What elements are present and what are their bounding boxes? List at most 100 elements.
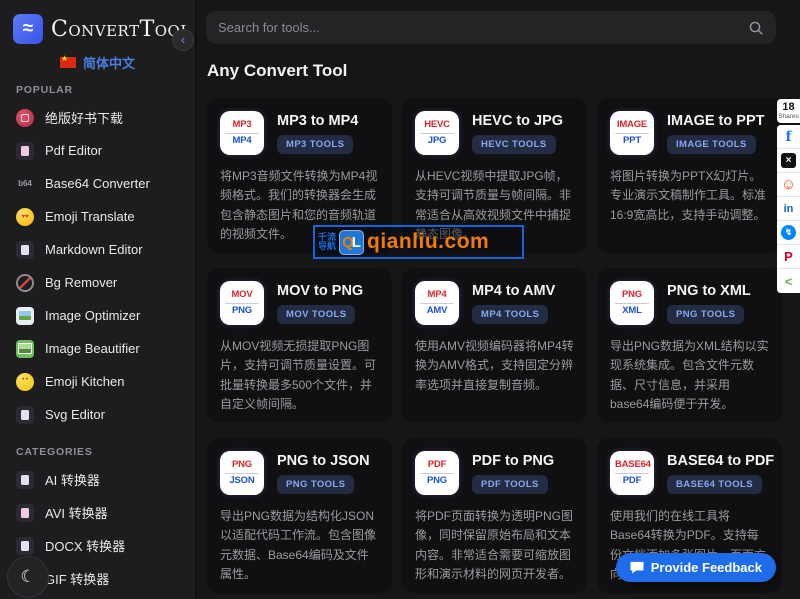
sidebar-item-icon <box>16 274 34 292</box>
share-count: 18 Shares <box>777 99 800 123</box>
share-rail: 18 Shares f × ☺ in ↯ P <box>777 99 800 293</box>
sidebar-item-icon <box>16 109 34 127</box>
sidebar-item[interactable]: Emoji Kitchen <box>0 365 195 398</box>
tool-title: HEVC to JPG <box>472 113 563 129</box>
tool-description: 将图片转换为PPTX幻灯片。专业演示文稿制作工具。标准16:9宽高比，支持手动调… <box>610 167 769 225</box>
watermark-overlay: 千流 导航 Q L qianliu.com <box>313 225 524 259</box>
dark-mode-toggle[interactable]: ☾ <box>7 556 49 598</box>
main-content: Any Convert Tool MP3 MP4 MP3 to MP4 MP3 … <box>197 0 800 599</box>
format-icon: MP3 MP4 <box>220 111 264 155</box>
format-to-label: XML <box>615 304 649 318</box>
share-network-icon: in <box>784 203 794 215</box>
sidebar-item-label: Image Optimizer <box>45 308 140 323</box>
sidebar-item-icon <box>16 142 34 160</box>
tool-category-badge[interactable]: IMAGE TOOLS <box>667 135 756 154</box>
watermark-site-bottom: 导航 <box>318 242 336 251</box>
format-icon: IMAGE PPT <box>610 111 654 155</box>
format-from-label: BASE64 <box>615 458 649 473</box>
search-icon[interactable] <box>748 20 764 36</box>
sidebar: ≈ ConvertTool 简体中文 POPULAR 绝版好书下载 Pdf Ed… <box>0 0 196 599</box>
sidebar-item[interactable]: AI 转换器 <box>0 463 195 496</box>
language-switcher[interactable]: 简体中文 <box>0 52 195 72</box>
sidebar-item[interactable]: AVI 转换器 <box>0 496 195 529</box>
brand-name: ConvertTool <box>51 17 191 42</box>
sidebar-item-icon <box>16 537 34 555</box>
tool-description: 将PDF页面转换为透明PNG图像，同时保留原始布局和文本内容。非常适合需要可缩放… <box>415 507 574 585</box>
sidebar-item-label: Bg Remover <box>45 275 117 290</box>
tool-card[interactable]: PNG XML PNG to XML PNG TOOLS 导出PNG数据为XML… <box>597 268 782 423</box>
format-from-label: MOV <box>225 288 259 303</box>
sidebar-item-label: Pdf Editor <box>45 143 102 158</box>
sidebar-item-label: AI 转换器 <box>45 470 100 489</box>
search-bar[interactable] <box>206 11 776 44</box>
sidebar-item-icon <box>16 175 34 193</box>
sidebar-item-label: Markdown Editor <box>45 242 143 257</box>
share-button[interactable]: × <box>777 149 800 173</box>
tool-description: 从MOV视频无损提取PNG图片，支持可调节质量设置。可批量转换最多500个文件，… <box>220 337 379 415</box>
tool-title: BASE64 to PDF <box>667 453 774 469</box>
format-icon: PDF PNG <box>415 451 459 495</box>
tool-title: MOV to PNG <box>277 283 363 299</box>
tool-title: PDF to PNG <box>472 453 554 469</box>
tool-title: MP3 to MP4 <box>277 113 358 129</box>
sidebar-item[interactable]: Image Beautifier <box>0 332 195 365</box>
sidebar-item[interactable]: Image Optimizer <box>0 299 195 332</box>
format-icon: PNG JSON <box>220 451 264 495</box>
sidebar-item[interactable]: Svg Editor <box>0 398 195 431</box>
sidebar-item[interactable]: Markdown Editor <box>0 233 195 266</box>
tool-description: 导出PNG数据为结构化JSON以适配代码工作流。包含图像元数据、Base64编码… <box>220 507 379 585</box>
share-button[interactable]: < <box>777 269 800 293</box>
sidebar-item[interactable]: 绝版好书下载 <box>0 101 195 134</box>
sidebar-collapse-button[interactable]: ‹ <box>172 29 194 51</box>
sidebar-item-label: DOCX 转换器 <box>45 536 125 555</box>
tool-category-badge[interactable]: MP4 TOOLS <box>472 305 548 324</box>
tool-card[interactable]: PNG JSON PNG to JSON PNG TOOLS 导出PNG数据为结… <box>207 438 392 593</box>
brand-logo[interactable]: ≈ ConvertTool <box>0 0 195 44</box>
tool-card[interactable]: MP4 AMV MP4 to AMV MP4 TOOLS 使用AMV视频编码器将… <box>402 268 587 423</box>
sidebar-item-label: Image Beautifier <box>45 341 140 356</box>
share-button[interactable]: P <box>777 245 800 269</box>
tool-card[interactable]: MOV PNG MOV to PNG MOV TOOLS 从MOV视频无损提取P… <box>207 268 392 423</box>
sidebar-item-label: Emoji Translate <box>45 209 135 224</box>
provide-feedback-button[interactable]: Provide Feedback <box>616 553 776 582</box>
popular-section-header: POPULAR <box>0 84 195 98</box>
format-from-label: MP3 <box>225 118 259 133</box>
share-network-icon: f <box>785 129 791 145</box>
format-from-label: PDF <box>420 458 454 473</box>
tool-title: PNG to JSON <box>277 453 370 469</box>
tool-category-badge[interactable]: MP3 TOOLS <box>277 135 353 154</box>
chat-bubble-icon <box>630 561 644 574</box>
sidebar-item-label: Base64 Converter <box>45 176 150 191</box>
share-network-icon: < <box>785 274 793 289</box>
format-icon: MP4 AMV <box>415 281 459 325</box>
sidebar-item[interactable]: Pdf Editor <box>0 134 195 167</box>
provide-feedback-label: Provide Feedback <box>651 560 762 575</box>
share-button[interactable]: ↯ <box>777 221 800 245</box>
tool-category-badge[interactable]: MOV TOOLS <box>277 305 355 324</box>
tool-description: 导出PNG数据为XML结构以实现系统集成。包含文件元数据、尺寸信息，并采用bas… <box>610 337 769 415</box>
share-button[interactable]: f <box>777 125 800 149</box>
tool-card[interactable]: PDF PNG PDF to PNG PDF TOOLS 将PDF页面转换为透明… <box>402 438 587 593</box>
sidebar-item[interactable]: Base64 Converter <box>0 167 195 200</box>
share-button[interactable]: in <box>777 197 800 221</box>
categories-section-header: CATEGORIES <box>0 446 195 460</box>
format-icon: BASE64 PDF <box>610 451 654 495</box>
watermark-logo-l: L <box>352 234 361 251</box>
sidebar-item-icon <box>16 307 34 325</box>
tool-category-badge[interactable]: BASE64 TOOLS <box>667 475 762 494</box>
share-count-label: Shares <box>777 113 800 120</box>
watermark-site-name: 千流 导航 <box>318 233 336 252</box>
sidebar-item[interactable]: Emoji Translate <box>0 200 195 233</box>
brand-logo-icon: ≈ <box>13 14 43 44</box>
format-from-label: IMAGE <box>615 118 649 133</box>
share-network-icon: ☺ <box>781 176 796 193</box>
tool-category-badge[interactable]: PNG TOOLS <box>667 305 744 324</box>
format-icon: HEVC JPG <box>415 111 459 155</box>
share-button[interactable]: ☺ <box>777 173 800 197</box>
tool-card[interactable]: IMAGE PPT IMAGE to PPT IMAGE TOOLS 将图片转换… <box>597 98 782 253</box>
tool-category-badge[interactable]: PNG TOOLS <box>277 475 354 494</box>
tool-category-badge[interactable]: HEVC TOOLS <box>472 135 556 154</box>
search-input[interactable] <box>218 20 748 35</box>
tool-category-badge[interactable]: PDF TOOLS <box>472 475 548 494</box>
sidebar-item[interactable]: Bg Remover <box>0 266 195 299</box>
